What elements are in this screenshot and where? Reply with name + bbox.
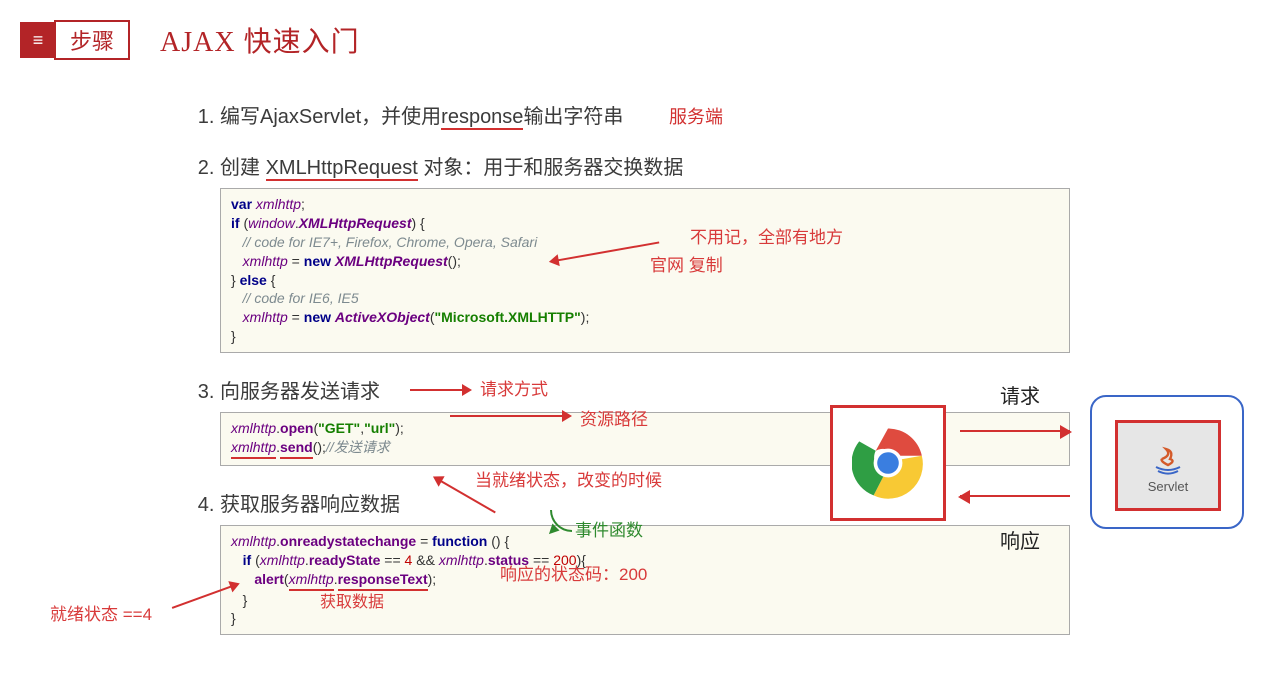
- anno-readystate-4: 就绪状态 ==4: [50, 600, 152, 625]
- code-block-1: var xmlhttp; if (window.XMLHttpRequest) …: [220, 188, 1070, 353]
- badge-icon: ≡: [20, 22, 56, 58]
- arrow-event-fn: [550, 510, 572, 532]
- anno-request-method: 请求方式: [480, 375, 548, 400]
- anno-copy-from-site: 官网 复制: [650, 251, 723, 276]
- arrow-response: [960, 495, 1070, 497]
- underline-xhr: XMLHttpRequest: [266, 157, 418, 181]
- arrow-request: [960, 430, 1070, 432]
- anno-status-200: 响应的状态码：200: [500, 560, 647, 585]
- arrow-resource-path: [450, 415, 570, 417]
- servlet-box: Servlet: [1115, 420, 1221, 511]
- label-response: 响应: [1000, 525, 1040, 554]
- chrome-icon: [852, 427, 924, 499]
- label-request: 请求: [1000, 380, 1040, 409]
- browser-box: [830, 405, 946, 521]
- diagram: Servlet 请求 响应: [830, 375, 1250, 575]
- step-2: 创建 XMLHttpRequest 对象：用于和服务器交换数据 var xmlh…: [220, 151, 1070, 353]
- java-icon: [1148, 437, 1188, 477]
- page-title: AJAX 快速入门: [160, 20, 360, 60]
- anno-event-fn: 事件函数: [575, 516, 643, 541]
- anno-get-data: 获取数据: [320, 588, 384, 612]
- underline-response: response: [441, 106, 523, 130]
- slide-header: ≡ 步骤 AJAX 快速入门: [20, 20, 1261, 60]
- servlet-label: Servlet: [1148, 479, 1188, 494]
- step-1: 编写AjaxServlet，并使用response输出字符串 服务端: [220, 100, 1070, 129]
- badge: ≡ 步骤: [20, 20, 130, 60]
- arrow-request-method: [410, 389, 470, 391]
- anno-resource-path: 资源路径: [580, 405, 648, 430]
- anno-server-side: 服务端: [669, 107, 723, 127]
- anno-ready-change: 当就绪状态，改变的时候: [475, 466, 662, 491]
- anno-no-need-remember: 不用记，全部有地方: [690, 223, 843, 248]
- badge-label: 步骤: [54, 20, 130, 60]
